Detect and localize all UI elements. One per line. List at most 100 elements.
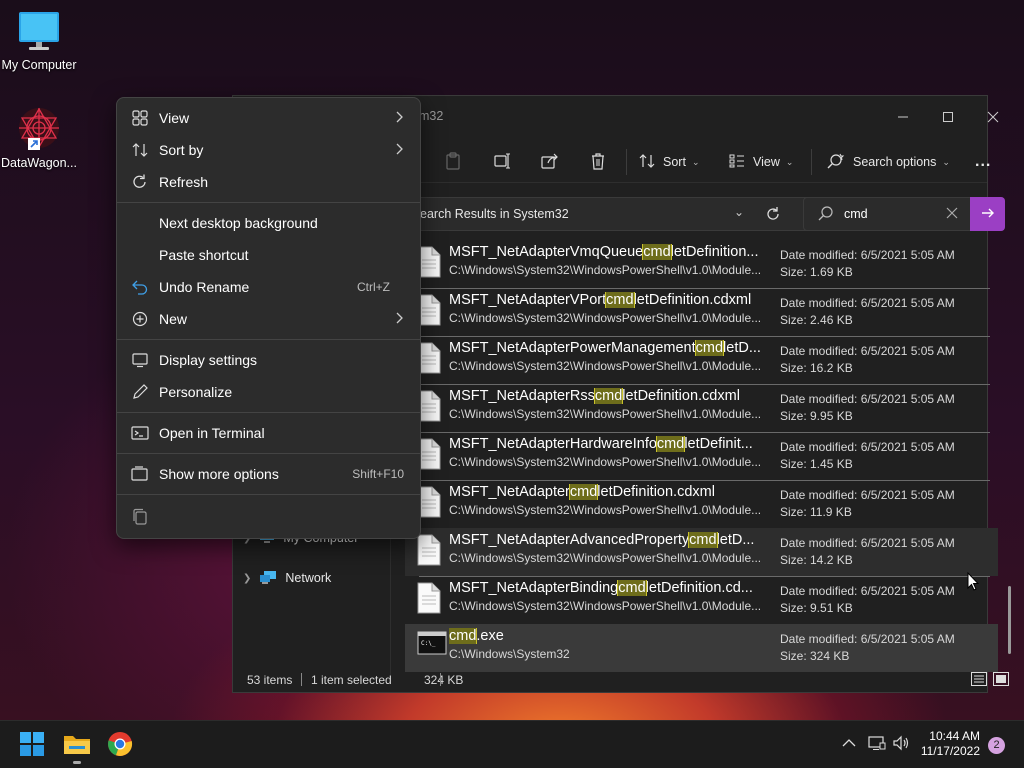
- view-button[interactable]: View ⌄: [729, 151, 793, 173]
- file-name-suffix: letD...: [716, 532, 755, 548]
- date-modified: Date modified: 6/5/2021 5:05 AM: [780, 296, 955, 310]
- system-clock[interactable]: 10:44 AM 11/17/2022: [921, 729, 980, 759]
- search-match-highlight: cmd: [568, 484, 599, 500]
- file-size: Size: 9.95 KB: [780, 409, 853, 423]
- menu-item-label: Sort by: [159, 142, 204, 158]
- chevron-right-icon: ❯: [243, 572, 252, 584]
- menu-item-undo-rename[interactable]: Undo Rename Ctrl+Z: [121, 272, 418, 302]
- close-button[interactable]: [978, 106, 1008, 128]
- file-path: C:\Windows\System32\WindowsPowerShell\v1…: [449, 311, 762, 325]
- desktop-icon-datawagon[interactable]: DataWagon...: [0, 106, 78, 170]
- active-indicator: [73, 761, 81, 764]
- result-row[interactable]: MSFT_NetAdapterBindingcmdletDefinition.c…: [405, 576, 998, 624]
- share-button[interactable]: [541, 151, 559, 173]
- sort-label: Sort: [663, 155, 686, 169]
- file-path: C:\Windows\System32\WindowsPowerShell\v1…: [449, 263, 762, 277]
- desktop-icon-label: DataWagon...: [1, 156, 77, 170]
- menu-item-new[interactable]: New: [121, 304, 418, 334]
- search-match-highlight: cmd: [642, 244, 672, 260]
- file-name-suffix: letDefinition.cdxml: [622, 388, 740, 404]
- menu-item-paste-shortcut[interactable]: Paste shortcut: [121, 240, 418, 270]
- copy-icon: [131, 508, 149, 526]
- search-match-highlight: cmd: [449, 628, 478, 644]
- delete-button[interactable]: [590, 151, 606, 173]
- start-button[interactable]: [19, 731, 47, 759]
- pen-icon: [131, 383, 149, 401]
- maximize-button[interactable]: [933, 106, 963, 128]
- result-row[interactable]: MSFT_NetAdapterAdvancedPropertycmdletD..…: [405, 528, 998, 577]
- result-row[interactable]: MSFT_NetAdapterVPortcmdletDefinition.cdx…: [405, 288, 998, 337]
- menu-item-view[interactable]: View: [121, 103, 418, 133]
- menu-separator: [117, 412, 420, 413]
- clock-time: 10:44 AM: [929, 729, 980, 743]
- menu-item-label: Paste shortcut: [159, 247, 249, 263]
- chevron-down-icon[interactable]: ⌄: [734, 205, 744, 219]
- network-status-icon[interactable]: [868, 735, 886, 754]
- minimize-button[interactable]: [888, 106, 918, 128]
- menu-item-show-more-options[interactable]: Show more options Shift+F10: [121, 459, 418, 489]
- file-name-suffix: letD...: [723, 340, 761, 356]
- result-row[interactable]: MSFT_NetAdapterVmqQueuecmdletDefinition.…: [405, 240, 998, 289]
- file-name-prefix: MSFT_NetAdapterRss: [449, 388, 595, 404]
- desktop-icon-my-computer[interactable]: My Computer: [0, 10, 78, 72]
- file-name-prefix: MSFT_NetAdapterBinding: [449, 580, 619, 596]
- menu-item-label: New: [159, 311, 188, 327]
- clear-search-icon[interactable]: [946, 207, 958, 222]
- datawagon-logo-icon: [14, 106, 64, 152]
- result-row[interactable]: MSFT_NetAdapterHardwareInfocmdletDefinit…: [405, 432, 998, 481]
- menu-item-display-settings[interactable]: Display settings: [121, 345, 418, 375]
- chevron-right-icon: [396, 311, 404, 327]
- result-row[interactable]: MSFT_NetAdapterRsscmdletDefinition.cdxml…: [405, 384, 998, 433]
- result-row[interactable]: MSFT_NetAdaptercmdletDefinition.cdxml C:\…: [405, 480, 998, 529]
- menu-item-personalize[interactable]: Personalize: [121, 377, 418, 407]
- details-view-icon[interactable]: [971, 672, 987, 689]
- address-text: earch Results in System32: [420, 207, 569, 221]
- menu-item-next-background[interactable]: Next desktop background: [121, 208, 418, 238]
- date-modified: Date modified: 6/5/2021 5:05 AM: [780, 632, 955, 646]
- file-size: Size: 1.45 KB: [780, 457, 853, 471]
- date-modified: Date modified: 6/5/2021 5:05 AM: [780, 584, 955, 598]
- sort-button[interactable]: Sort ⌄: [639, 151, 699, 173]
- list-view-icon: [729, 154, 745, 171]
- menu-item-sort-by[interactable]: Sort by: [121, 135, 418, 165]
- paste-button[interactable]: [445, 151, 461, 173]
- date-modified: Date modified: 6/5/2021 5:05 AM: [780, 392, 955, 406]
- date-modified: Date modified: 6/5/2021 5:05 AM: [780, 488, 955, 502]
- refresh-icon[interactable]: [765, 206, 781, 225]
- menu-item-label: Show more options: [159, 466, 279, 482]
- search-input[interactable]: cmd: [844, 207, 868, 221]
- menu-item-open-terminal[interactable]: Open in Terminal: [121, 418, 418, 448]
- sort-icon: [639, 153, 655, 172]
- menu-item-copy-path[interactable]: [121, 502, 418, 532]
- chevron-up-icon[interactable]: [842, 735, 856, 751]
- monitor-icon: [17, 10, 61, 54]
- taskbar: 10:44 AM 11/17/2022 2: [0, 720, 1024, 768]
- result-row[interactable]: C:\_ cmd.exe C:\Windows\System32 Date modif…: [405, 624, 998, 672]
- svg-text:C:\_: C:\_: [421, 640, 436, 647]
- nav-item-network[interactable]: ❯ Network: [243, 567, 331, 589]
- rename-button[interactable]: [494, 151, 512, 173]
- trash-icon: [590, 152, 606, 173]
- more-options-button[interactable]: ...: [975, 151, 991, 173]
- result-row[interactable]: MSFT_NetAdapterPowerManagementcmdletD...…: [405, 336, 998, 385]
- file-size: Size: 14.2 KB: [780, 553, 853, 567]
- search-go-button[interactable]: [970, 197, 1005, 231]
- scrollbar-thumb[interactable]: [1008, 586, 1011, 654]
- notification-badge[interactable]: 2: [988, 737, 1005, 754]
- refresh-icon: [131, 173, 149, 191]
- network-icon: [259, 569, 277, 588]
- tiles-view-icon[interactable]: [993, 672, 1009, 689]
- menu-separator: [117, 339, 420, 340]
- taskbar-file-explorer[interactable]: [63, 731, 91, 764]
- search-box[interactable]: cmd: [803, 197, 1005, 231]
- selected-count: 1 item selected: [311, 673, 392, 687]
- plus-circle-icon: [131, 310, 149, 328]
- menu-item-refresh[interactable]: Refresh: [121, 167, 418, 197]
- chevron-right-icon: [396, 110, 404, 126]
- file-meta: Date modified: 6/5/2021 5:05 AM Size: 9.9…: [780, 391, 955, 425]
- undo-icon: [131, 278, 149, 296]
- taskbar-chrome[interactable]: [107, 731, 135, 759]
- search-options-button[interactable]: Search options ⌄: [827, 151, 950, 173]
- volume-icon[interactable]: [893, 735, 911, 754]
- file-size: Size: 2.46 KB: [780, 313, 853, 327]
